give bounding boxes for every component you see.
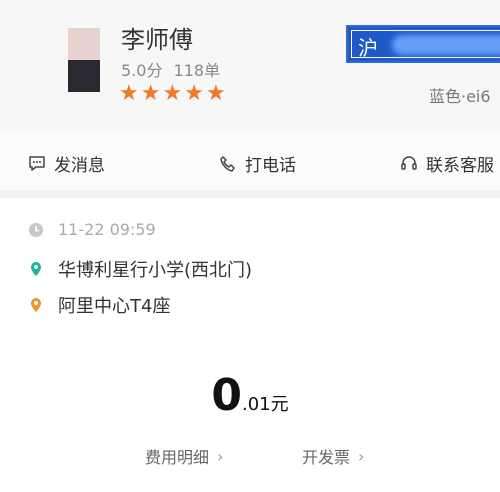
trip-time-row: 11-22 09:59	[28, 220, 156, 239]
star-icon: ★	[140, 81, 161, 106]
driver-orders: 118单	[173, 61, 221, 80]
headset-icon	[401, 155, 417, 170]
driver-card: 李师傅 5.0分 118单 ★ ★ ★ ★ ★ 沪 蓝色·ei6	[0, 0, 500, 130]
invoice-link[interactable]: 开发票 ›	[302, 444, 364, 468]
chevron-right-icon: ›	[358, 446, 365, 466]
origin-row: 华博利星行小学(西北门)	[28, 256, 252, 282]
message-button[interactable]: 发消息	[28, 151, 105, 176]
support-label: 联系客服	[426, 156, 494, 176]
section-divider	[0, 190, 500, 198]
message-label: 发消息	[54, 156, 105, 176]
car-description: 蓝色·ei6	[429, 87, 491, 106]
star-icon: ★	[205, 81, 226, 106]
call-button[interactable]: 打电话	[219, 151, 296, 176]
star-icon: ★	[162, 81, 183, 106]
trip-time: 11-22 09:59	[58, 220, 156, 239]
message-icon	[29, 155, 45, 171]
destination-pin-icon	[31, 298, 41, 312]
contact-actions: 发消息 打电话 联系客服	[0, 130, 500, 190]
plate-prefix: 沪	[358, 36, 378, 60]
star-icon: ★	[184, 81, 204, 106]
origin-pin-icon	[31, 262, 41, 276]
driver-rating: 5.0分	[121, 61, 163, 80]
chevron-right-icon: ›	[217, 446, 224, 466]
driver-stats: 5.0分 118单	[121, 57, 226, 81]
trip-section: 11-22 09:59 华博利星行小学(西北门) 阿里中心T4座 0.01元 费…	[0, 198, 500, 492]
driver-name: 李师傅	[121, 26, 193, 54]
support-button[interactable]: 联系客服	[400, 151, 494, 176]
phone-icon	[220, 155, 235, 172]
fare-integer: 0	[211, 370, 242, 421]
license-plate: 沪	[346, 25, 500, 63]
fare-details-link[interactable]: 费用明细 ›	[145, 444, 223, 468]
invoice-label: 开发票	[302, 448, 351, 467]
star-icon: ★	[119, 81, 139, 106]
fare-details-label: 费用明细	[145, 448, 210, 467]
fare-amount: 0.01元	[0, 370, 500, 421]
fare-fraction: .01元	[241, 394, 289, 415]
plate-number-blurred	[392, 35, 500, 55]
rating-stars: ★ ★ ★ ★ ★	[119, 83, 226, 105]
destination-address: 阿里中心T4座	[58, 296, 171, 317]
origin-address: 华博利星行小学(西北门)	[58, 260, 253, 281]
call-label: 打电话	[245, 156, 296, 176]
destination-row: 阿里中心T4座	[28, 292, 170, 318]
driver-avatar[interactable]	[68, 28, 100, 92]
clock-icon	[29, 222, 43, 237]
